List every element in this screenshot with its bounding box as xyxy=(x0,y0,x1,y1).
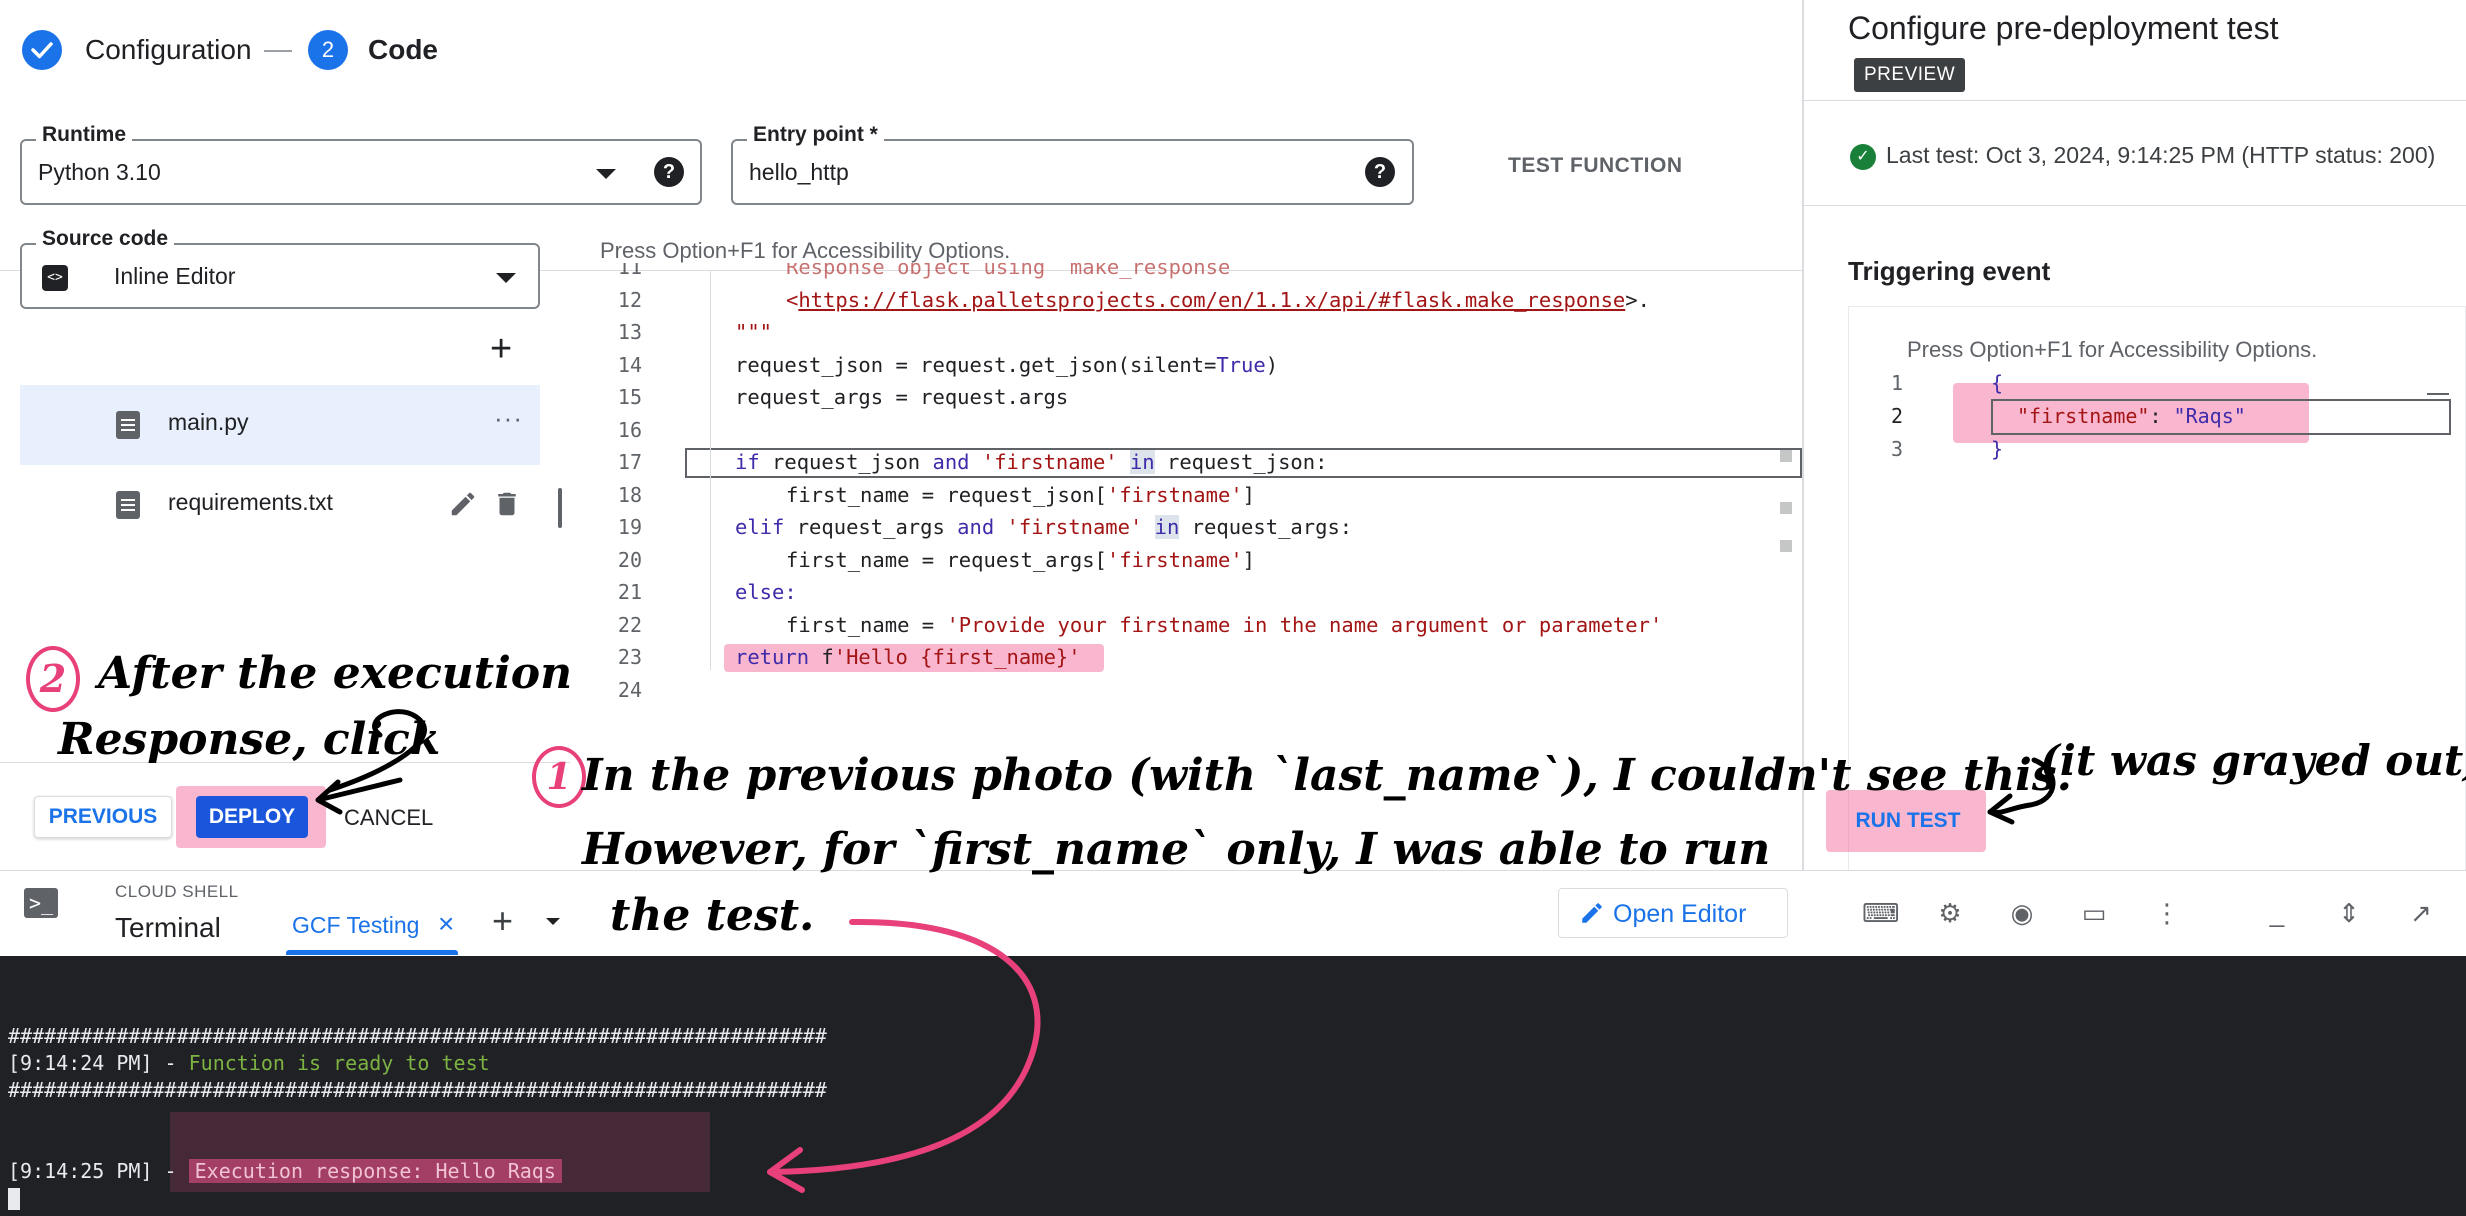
arrow-to-terminal-response xyxy=(767,918,1041,1175)
arrow-to-deploy xyxy=(327,709,427,793)
arrow-head-deploy xyxy=(315,777,403,815)
annotation-arrows xyxy=(315,709,2056,1193)
